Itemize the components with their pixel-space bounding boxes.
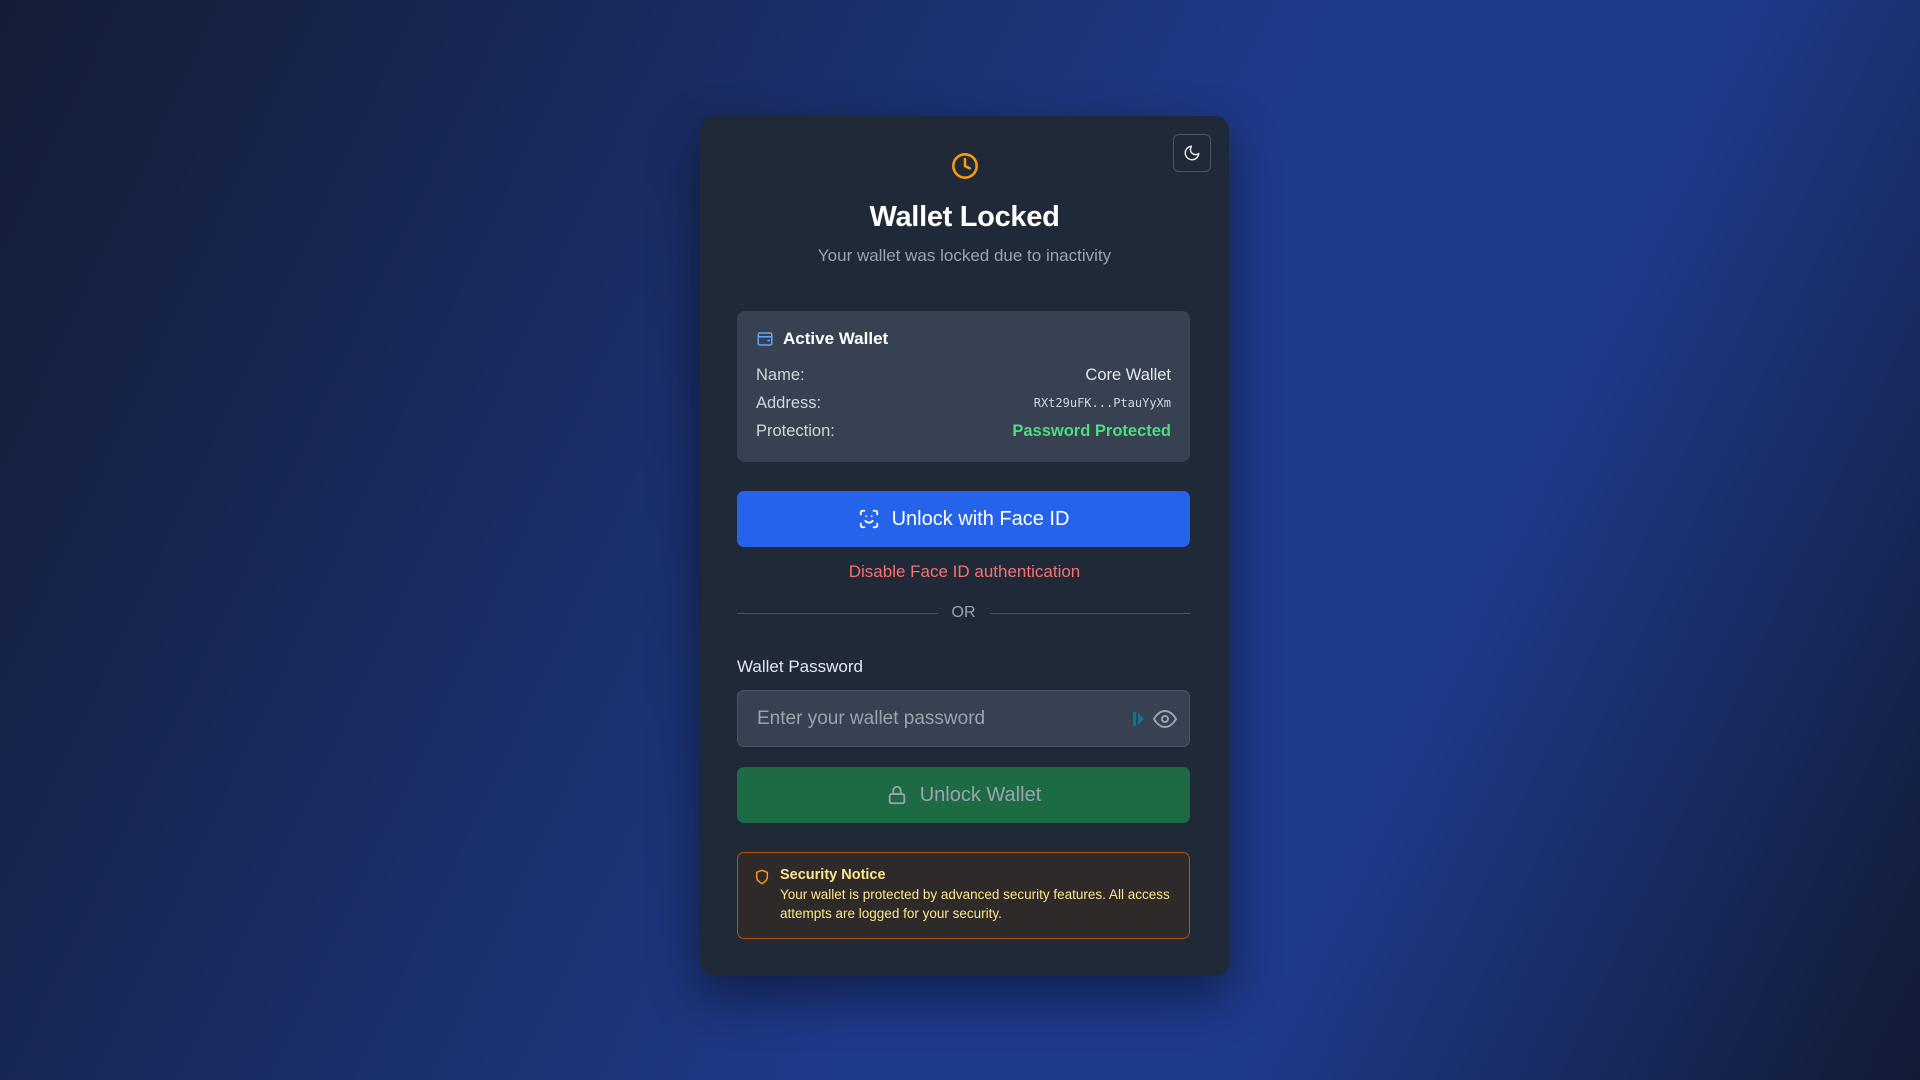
clock-icon	[951, 153, 978, 179]
unlock-wallet-button[interactable]: Unlock Wallet	[737, 767, 1190, 823]
moon-icon	[1184, 145, 1200, 161]
shield-icon	[755, 869, 769, 885]
divider-line-left	[737, 612, 938, 614]
security-notice-title: Security Notice	[780, 867, 886, 883]
wallet-protection-value: Password Protected	[1012, 421, 1171, 440]
active-wallet-panel: Active Wallet Name: Core Wallet Address:…	[737, 311, 1190, 462]
or-divider: OR	[737, 604, 1190, 622]
wallet-address-value: RXt29uFK...PtauYyXm	[1033, 396, 1171, 410]
wallet-protection-label: Protection:	[756, 421, 835, 440]
disable-face-id-link[interactable]: Disable Face ID authentication	[700, 562, 1229, 582]
wallet-address-label: Address:	[756, 393, 822, 412]
unlock-face-id-button[interactable]: Unlock with Face ID	[737, 491, 1190, 547]
security-notice-body: Security Notice Your wallet is protected…	[780, 867, 1173, 928]
password-label: Wallet Password	[737, 657, 863, 676]
lock-header: Wallet Locked Your wallet was locked due…	[700, 116, 1229, 266]
wallet-protection-row: Protection: Password Protected	[756, 417, 1171, 445]
password-field-container	[737, 690, 1190, 747]
wallet-icon	[757, 332, 773, 346]
page-subtitle: Your wallet was locked due to inactivity	[817, 246, 1112, 265]
unlock-wallet-label: Unlock Wallet	[919, 783, 1042, 806]
or-divider-text: OR	[951, 604, 976, 621]
lock-card: Wallet Locked Your wallet was locked due…	[700, 116, 1229, 976]
active-wallet-title: Active Wallet	[783, 329, 889, 348]
wallet-name-label: Name:	[756, 365, 805, 384]
theme-toggle-button[interactable]	[1173, 134, 1211, 172]
wallet-name-value: Core Wallet	[1085, 365, 1171, 384]
page-title: Wallet Locked	[869, 201, 1060, 233]
active-wallet-heading: Active Wallet	[756, 329, 1171, 349]
eye-icon[interactable]	[1153, 707, 1177, 731]
wallet-name-row: Name: Core Wallet	[756, 361, 1171, 389]
security-notice: Security Notice Your wallet is protected…	[737, 852, 1190, 939]
wallet-address-row: Address: RXt29uFK...PtauYyXm	[756, 389, 1171, 417]
security-notice-text: Your wallet is protected by advanced sec…	[780, 887, 1170, 921]
lock-icon	[888, 785, 905, 805]
face-id-icon	[859, 509, 878, 529]
password-manager-icon[interactable]	[1133, 710, 1145, 728]
password-input[interactable]	[738, 691, 1189, 746]
divider-line-right	[989, 612, 1190, 614]
unlock-face-id-label: Unlock with Face ID	[891, 507, 1070, 530]
